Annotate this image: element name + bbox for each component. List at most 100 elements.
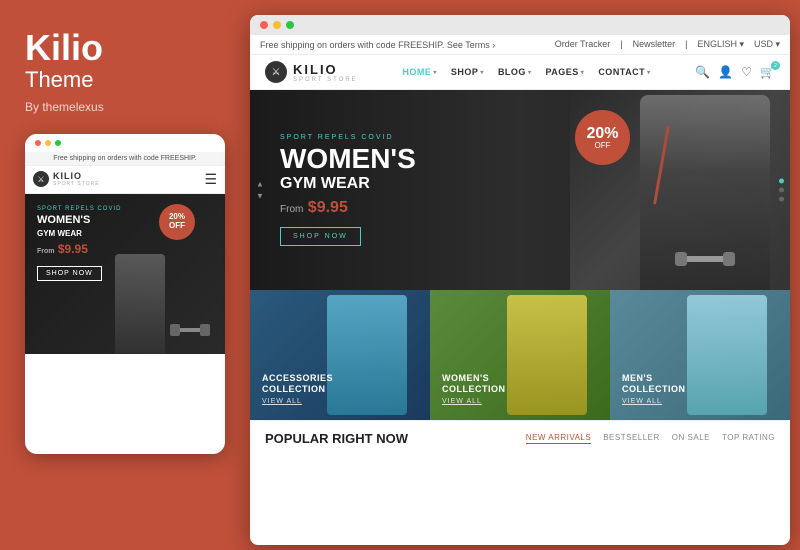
announcement-text: Free shipping on orders with code FREESH…: [260, 40, 495, 50]
mobile-dot-red: [35, 140, 41, 146]
announcement-sep2: |: [685, 39, 687, 50]
collection-womens[interactable]: WOMEN'SCOLLECTION VIEW ALL: [430, 290, 610, 420]
coll-accessories-link[interactable]: VIEW ALL: [262, 398, 333, 405]
hero-badge-off: OFF: [595, 142, 611, 150]
hero-eyebrow: SPORT REPELS COVID: [280, 134, 416, 141]
collection-mens-label: MEN'SCOLLECTION VIEW ALL: [622, 373, 686, 405]
hero-badge-percent: 20%: [586, 126, 618, 142]
mobile-dot-yellow: [45, 140, 51, 146]
collection-grid: ACCESSORIESCOLLECTION VIEW ALL WOMEN'SCO…: [250, 290, 790, 420]
nav-chevron-blog: ▾: [528, 69, 532, 76]
hero-dot-1[interactable]: [779, 179, 784, 184]
collection-mens[interactable]: MEN'SCOLLECTION VIEW ALL: [610, 290, 790, 420]
coll-accessories-title: ACCESSORIESCOLLECTION: [262, 373, 333, 395]
hero-dumbbell: [675, 248, 735, 270]
mobile-shop-now-button[interactable]: SHOP NOW: [37, 266, 102, 281]
hero-section: ▲ ▼ SPORT REPELS COVID WOMEN'S GYM WEAR …: [250, 90, 790, 290]
wishlist-icon[interactable]: ♡: [741, 65, 752, 79]
mobile-dot-green: [55, 140, 61, 146]
browser-bar: [250, 15, 790, 35]
site-logo: ⚔ KILIO SPORT STORE: [265, 61, 358, 83]
hero-dot-3[interactable]: [779, 197, 784, 202]
hamburger-icon[interactable]: ☰: [204, 171, 217, 188]
site-logo-name: KILIO: [293, 62, 358, 77]
hero-subtitle: GYM WEAR: [280, 175, 416, 193]
popular-title: POPULAR RIGHT NOW: [265, 431, 408, 446]
popular-section: POPULAR RIGHT NOW NEW ARRIVALS BESTSELLE…: [250, 420, 790, 451]
nav-chevron-contact: ▾: [647, 69, 651, 76]
mobile-logo-text: KILIO: [53, 171, 100, 181]
site-nav: HOME ▾ SHOP ▾ BLOG ▾ PAGES ▾ CONTACT ▾: [402, 67, 650, 77]
site-announcement: Free shipping on orders with code FREESH…: [250, 35, 790, 55]
mobile-badge-off: OFF: [169, 222, 185, 231]
hero-arrows: ▲ ▼: [256, 180, 264, 201]
coll-womens-link[interactable]: VIEW ALL: [442, 398, 506, 405]
mobile-from: From: [37, 248, 55, 255]
left-panel: Kilio Theme By themelexus Free shipping …: [0, 0, 240, 550]
collection-accessories-label: ACCESSORIESCOLLECTION VIEW ALL: [262, 373, 333, 405]
currency-selector[interactable]: USD ▾: [754, 39, 780, 50]
hero-nav-dots: [779, 179, 784, 202]
mobile-header: ⚔ KILIO SPORT STORE ☰: [25, 166, 225, 194]
mobile-logo-icon: ⚔: [33, 171, 49, 187]
mobile-badge: 20% OFF: [159, 204, 195, 240]
site-logo-icon: ⚔: [265, 61, 287, 83]
nav-item-contact[interactable]: CONTACT ▾: [598, 67, 650, 77]
brand-name: Kilio: [25, 30, 215, 66]
mobile-price-value: $9.95: [58, 242, 88, 256]
mobile-dumbbell: [170, 321, 210, 339]
collection-womens-label: WOMEN'SCOLLECTION VIEW ALL: [442, 373, 506, 405]
hero-arrow-down[interactable]: ▼: [256, 192, 264, 201]
earphone-cord: [653, 125, 670, 204]
order-tracker-link[interactable]: Order Tracker: [555, 39, 611, 50]
hero-price-value: $9.95: [308, 199, 348, 216]
brand-by: By themelexus: [25, 100, 215, 114]
announcement-right: Order Tracker | Newsletter | ENGLISH ▾ U…: [555, 39, 780, 50]
nav-item-pages[interactable]: PAGES ▾: [545, 67, 584, 77]
popular-header: POPULAR RIGHT NOW NEW ARRIVALS BESTSELLE…: [265, 431, 775, 446]
browser-dot-red: [260, 21, 268, 29]
hero-arrow-up[interactable]: ▲: [256, 180, 264, 189]
nav-item-home[interactable]: HOME ▾: [402, 67, 437, 77]
nav-chevron-home: ▾: [433, 69, 437, 76]
browser-dot-green: [286, 21, 294, 29]
mobile-hero: 20% OFF SPORT REPELS COVID WOMEN'S GYM W…: [25, 194, 225, 354]
nav-item-blog[interactable]: BLOG ▾: [498, 67, 532, 77]
popular-tab-top-rating[interactable]: TOP RATING: [722, 433, 775, 444]
site-logo-sub: SPORT STORE: [293, 77, 358, 83]
mobile-hero-figure: [115, 254, 165, 354]
newsletter-link[interactable]: Newsletter: [633, 39, 676, 50]
nav-chevron-shop: ▾: [480, 69, 484, 76]
site-icons: 🔍 👤 ♡ 🛒 2: [695, 65, 775, 79]
coll-mens-title: MEN'SCOLLECTION: [622, 373, 686, 395]
popular-tab-bestseller[interactable]: BESTSELLER: [603, 433, 660, 444]
popular-tabs: NEW ARRIVALS BESTSELLER ON SALE TOP RATI…: [526, 433, 775, 444]
language-selector[interactable]: ENGLISH ▾: [697, 39, 744, 50]
popular-tab-new-arrivals[interactable]: NEW ARRIVALS: [526, 433, 591, 444]
mobile-top-bar: [25, 134, 225, 152]
browser-dot-yellow: [273, 21, 281, 29]
nav-chevron-pages: ▾: [581, 69, 585, 76]
site-logo-text-wrap: KILIO SPORT STORE: [293, 62, 358, 83]
mobile-logo: ⚔ KILIO SPORT STORE: [33, 171, 100, 187]
coll-womens-title: WOMEN'SCOLLECTION: [442, 373, 506, 395]
hero-dot-2[interactable]: [779, 188, 784, 193]
hero-price: From $9.95: [280, 199, 416, 217]
coll-mens-link[interactable]: VIEW ALL: [622, 398, 686, 405]
mobile-logo-sub: SPORT STORE: [53, 181, 100, 187]
brand-subtitle: Theme: [25, 66, 215, 95]
browser-mockup: Free shipping on orders with code FREESH…: [250, 15, 790, 545]
collection-accessories[interactable]: ACCESSORIESCOLLECTION VIEW ALL: [250, 290, 430, 420]
hero-from: From: [280, 204, 303, 215]
account-icon[interactable]: 👤: [718, 65, 733, 79]
mobile-announcement: Free shipping on orders with code FREESH…: [25, 152, 225, 166]
hero-cta-button[interactable]: SHOP NOW: [280, 227, 361, 246]
popular-tab-on-sale[interactable]: ON SALE: [672, 433, 710, 444]
cart-icon[interactable]: 🛒 2: [760, 65, 775, 79]
cart-badge: 2: [771, 61, 780, 70]
nav-item-shop[interactable]: SHOP ▾: [451, 67, 484, 77]
mobile-logo-text-wrap: KILIO SPORT STORE: [53, 171, 100, 187]
mobile-mockup: Free shipping on orders with code FREESH…: [25, 134, 225, 454]
hero-badge: 20% OFF: [575, 110, 630, 165]
search-icon[interactable]: 🔍: [695, 65, 710, 79]
